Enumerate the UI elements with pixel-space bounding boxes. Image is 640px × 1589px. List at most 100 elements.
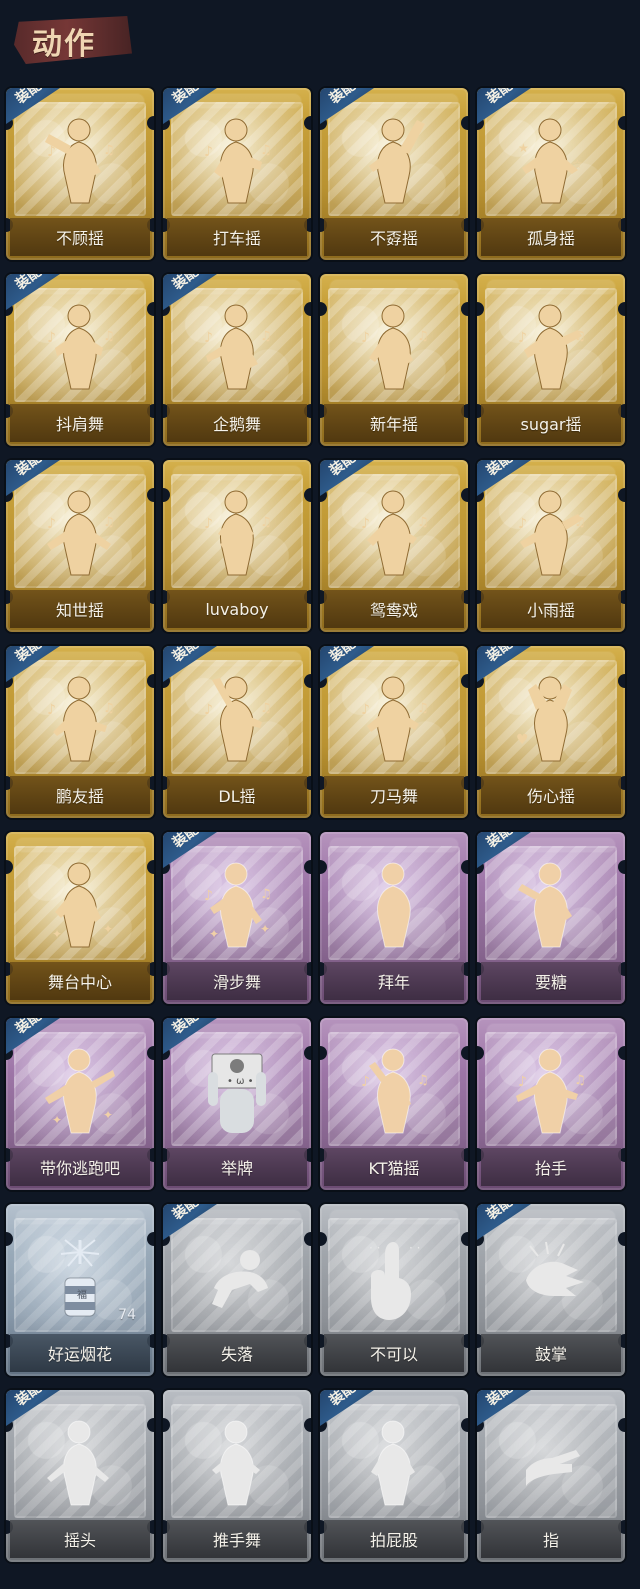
action-card[interactable]: ♪ ♫ 新年摇 — [320, 274, 468, 446]
card-corner-notch — [163, 488, 170, 502]
push-hand-icon — [194, 1416, 280, 1512]
action-card[interactable]: 装配 ✦ ✦ 带你逃跑吧 — [6, 1018, 154, 1190]
svg-text:♪: ♪ — [204, 702, 213, 718]
action-card[interactable]: · · · · 不可以 — [320, 1204, 468, 1376]
action-card[interactable]: 装配 指 — [477, 1390, 625, 1562]
action-card-label: sugar摇 — [481, 404, 621, 442]
action-card[interactable]: 装配 ♪ ♫ DL摇 — [163, 646, 311, 818]
action-card[interactable]: 装配 ★ ☆ 孤身摇 — [477, 88, 625, 260]
equip-label: 装配 — [169, 832, 202, 852]
action-card[interactable]: ✦ ✦ 舞台中心 — [6, 832, 154, 1004]
friend-dance-icon: ♪ ♫ — [37, 672, 123, 768]
action-card[interactable]: 装配 ♪ ♫ 鸳鸯戏 — [320, 460, 468, 632]
action-card-label: 新年摇 — [324, 404, 464, 442]
action-card-label: 拍屁股 — [324, 1520, 464, 1558]
action-card[interactable]: 装配 鼓掌 — [477, 1204, 625, 1376]
action-card-label: 拜年 — [324, 962, 464, 1000]
action-card-label: 失落 — [167, 1334, 307, 1372]
svg-text:✦: ✦ — [103, 1108, 113, 1122]
card-corner-notch — [461, 116, 468, 130]
action-card[interactable]: 装配 ♪ ♫ 刀马舞 — [320, 646, 468, 818]
hip-hop-dance-icon: ♪ ♫ — [351, 486, 437, 582]
svg-text:★: ★ — [518, 141, 529, 155]
equip-label: 装配 — [169, 646, 202, 666]
action-card-label: 不顾摇 — [10, 218, 150, 256]
page-title: 动作 — [32, 27, 96, 62]
action-card[interactable]: 装配 ♪ ♫ 知世摇 — [6, 460, 154, 632]
svg-text:♪: ♪ — [518, 330, 527, 346]
action-card[interactable]: 装配 ♥ 伤心摇 — [477, 646, 625, 818]
action-card[interactable]: 装配 ♪ ♫ 不顾摇 — [6, 88, 154, 260]
action-card[interactable]: ♪ ♫ KT猫摇 — [320, 1018, 468, 1190]
action-card-label: KT猫摇 — [324, 1148, 464, 1186]
card-corner-notch — [618, 860, 625, 874]
star-dance-icon: ★ ☆ — [508, 114, 594, 210]
action-card[interactable]: 装配 不孬摇 — [320, 88, 468, 260]
raise-hand-icon: ♪ ♫ — [508, 1044, 594, 1140]
equip-label: 装配 — [12, 1018, 45, 1038]
slide-dance-icon: ♪ ♫ ✦ ✦ — [194, 858, 280, 954]
card-corner-notch — [320, 860, 327, 874]
blade-dance-icon: ♪ ♫ — [351, 672, 437, 768]
svg-text:♪: ♪ — [361, 1074, 370, 1090]
card-corner-notch — [304, 116, 311, 130]
action-card[interactable]: 装配 拍屁股 — [320, 1390, 468, 1562]
card-corner-notch — [304, 488, 311, 502]
card-corner-notch — [147, 1046, 154, 1060]
action-card[interactable]: 装配 摇头 — [6, 1390, 154, 1562]
arm-up-dance-icon — [351, 114, 437, 210]
card-corner-notch — [304, 302, 311, 316]
action-card[interactable]: 装配 ♪ ♫ 鹏友摇 — [6, 646, 154, 818]
svg-text:• ω •: • ω • — [227, 1076, 254, 1087]
svg-text:✦: ✦ — [103, 922, 113, 936]
card-corner-notch — [461, 1418, 468, 1432]
svg-text:♫: ♫ — [260, 329, 272, 344]
equip-label: 装配 — [169, 88, 202, 108]
action-card[interactable]: 装配 要糖 — [477, 832, 625, 1004]
svg-text:♪: ♪ — [204, 330, 213, 346]
shoulder-shake-icon: ♪ ♫ — [37, 300, 123, 396]
action-card[interactable]: ♪ ♫ 抬手 — [477, 1018, 625, 1190]
equip-label: 装配 — [12, 274, 45, 294]
action-card[interactable]: 装配 ♪ ♫ 抖肩舞 — [6, 274, 154, 446]
firework-icon: 福 — [37, 1230, 123, 1326]
action-card-label: 指 — [481, 1520, 621, 1558]
equip-label: 装配 — [483, 646, 516, 666]
svg-text:♪: ♪ — [361, 702, 370, 718]
svg-text:♫: ♫ — [260, 701, 272, 716]
action-card-label: 打车摇 — [167, 218, 307, 256]
hold-sign-icon: • ω • — [194, 1044, 280, 1140]
action-card[interactable]: 装配 失落 — [163, 1204, 311, 1376]
action-card-label: luvaboy — [167, 590, 307, 628]
equip-label: 装配 — [326, 646, 359, 666]
action-card[interactable]: ♪♫ sugar摇 — [477, 274, 625, 446]
action-card-label: 摇头 — [10, 1520, 150, 1558]
svg-text:♫: ♫ — [103, 515, 115, 530]
action-card[interactable]: 装配 ♪ ♫ ✦ ✦ 滑步舞 — [163, 832, 311, 1004]
svg-text:♫: ♫ — [103, 143, 115, 158]
action-card[interactable]: 装配 ♪ ♫ 小雨摇 — [477, 460, 625, 632]
action-card[interactable]: 拜年 — [320, 832, 468, 1004]
svg-text:福: 福 — [77, 1288, 87, 1301]
action-card[interactable]: 装配 • ω • 举牌 — [163, 1018, 311, 1190]
svg-text:♫: ♫ — [260, 515, 272, 530]
card-corner-notch — [147, 488, 154, 502]
svg-text:♫: ♫ — [103, 701, 115, 716]
action-card-label: 刀马舞 — [324, 776, 464, 814]
action-card[interactable]: 推手舞 — [163, 1390, 311, 1562]
svg-text:♥: ♥ — [516, 732, 529, 748]
action-card-label: 知世摇 — [10, 590, 150, 628]
action-card[interactable]: ♪ ♫ luvaboy — [163, 460, 311, 632]
svg-text:♪: ♪ — [47, 702, 56, 718]
action-card[interactable]: 装配 ♪ ♫ 打车摇 — [163, 88, 311, 260]
raise-arm-dance-icon: ♪ ♫ — [194, 672, 280, 768]
svg-text:♪: ♪ — [204, 144, 213, 160]
action-card-label: 小雨摇 — [481, 590, 621, 628]
svg-text:✦: ✦ — [260, 922, 270, 936]
card-corner-notch — [147, 302, 154, 316]
greeting-icon — [351, 858, 437, 954]
card-corner-notch — [304, 1046, 311, 1060]
action-card[interactable]: 福 74 好运烟花 — [6, 1204, 154, 1376]
card-corner-notch — [461, 860, 468, 874]
action-card[interactable]: 装配 ♪ ♫ 企鹅舞 — [163, 274, 311, 446]
